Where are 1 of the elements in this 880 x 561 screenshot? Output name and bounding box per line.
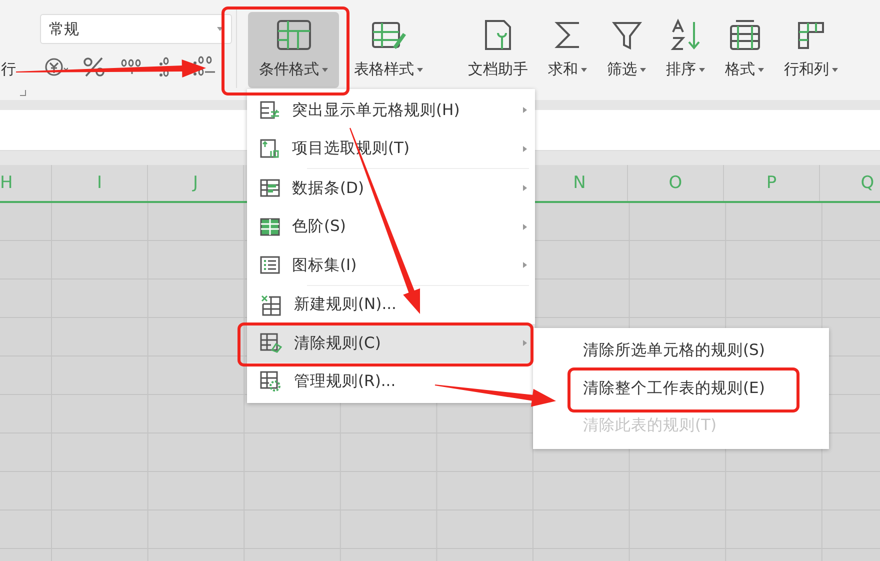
ribbon-label: 行 <box>1 60 16 79</box>
